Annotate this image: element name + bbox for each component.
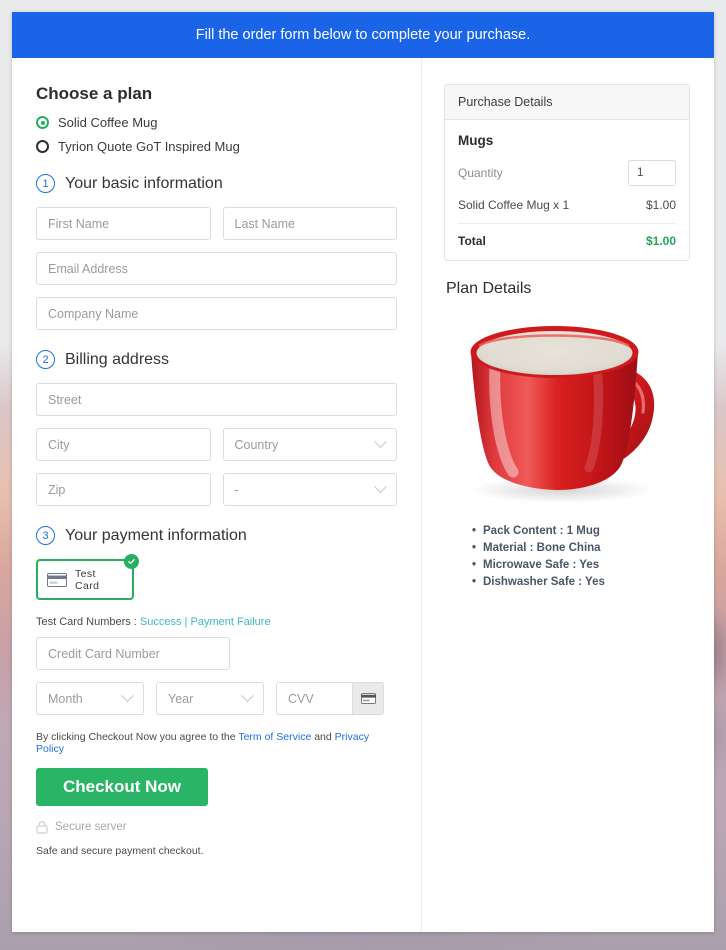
step-basic-information: 1 Your basic information (36, 174, 397, 193)
test-card-label: Test Card (75, 568, 123, 592)
quantity-input[interactable]: 1 (628, 160, 676, 186)
radio-selected-icon[interactable] (36, 116, 49, 129)
state-select[interactable]: - (223, 473, 398, 506)
summary-column: Purchase Details Mugs Quantity 1 Solid C… (422, 58, 714, 932)
step-billing-address: 2 Billing address (36, 350, 397, 369)
plan-option-label: Solid Coffee Mug (58, 115, 158, 130)
country-select-value: Country (235, 438, 279, 452)
plan-option-solid-coffee-mug[interactable]: Solid Coffee Mug (36, 115, 397, 130)
top-banner: Fill the order form below to complete yo… (12, 12, 714, 58)
test-card-payment-method[interactable]: Test Card (36, 559, 134, 600)
name-row: First Name Last Name (36, 207, 397, 240)
red-coffee-mug-image (447, 308, 687, 513)
step-payment-information: 3 Your payment information (36, 526, 397, 545)
banner-text: Fill the order form below to complete yo… (196, 27, 530, 43)
plan-option-tyrion-quote-mug[interactable]: Tyrion Quote GoT Inspired Mug (36, 139, 397, 154)
city-country-row: City Country (36, 428, 397, 461)
email-row: Email Address (36, 252, 397, 285)
line-item-label: Solid Coffee Mug x 1 (458, 198, 569, 212)
chevron-down-icon (374, 480, 387, 493)
step-label: Your payment information (65, 527, 247, 545)
list-item: Microwave Safe : Yes (472, 559, 690, 571)
expiry-cvv-row: Month Year CVV (36, 682, 397, 715)
radio-unselected-icon[interactable] (36, 140, 49, 153)
plan-option-label: Tyrion Quote GoT Inspired Mug (58, 139, 240, 154)
city-input[interactable]: City (36, 428, 211, 461)
list-item: Dishwasher Safe : Yes (472, 576, 690, 588)
street-row: Street (36, 383, 397, 416)
selected-check-icon (124, 554, 139, 569)
checkout-body: Choose a plan Solid Coffee Mug Tyrion Qu… (12, 58, 714, 932)
quantity-row: Quantity 1 (458, 160, 676, 186)
lock-icon (36, 820, 48, 834)
line-item-amount: $1.00 (646, 198, 676, 212)
first-name-input[interactable]: First Name (36, 207, 211, 240)
cvv-group: CVV (276, 682, 384, 715)
checkout-card: Fill the order form below to complete yo… (12, 12, 714, 932)
credit-card-icon (47, 573, 67, 587)
state-select-value: - (235, 483, 239, 497)
terms-prefix: By clicking Checkout Now you agree to th… (36, 731, 238, 743)
plan-features-list: Pack Content : 1 Mug Material : Bone Chi… (472, 525, 690, 588)
order-form-column: Choose a plan Solid Coffee Mug Tyrion Qu… (12, 58, 421, 932)
line-item-row: Solid Coffee Mug x 1 $1.00 (458, 198, 676, 223)
terms-agreement-text: By clicking Checkout Now you agree to th… (36, 731, 397, 755)
chevron-down-icon (374, 435, 387, 448)
purchase-details-header: Purchase Details (445, 85, 689, 120)
street-input[interactable]: Street (36, 383, 397, 416)
purchase-details-body: Mugs Quantity 1 Solid Coffee Mug x 1 $1.… (445, 120, 689, 260)
cvv-input[interactable]: CVV (277, 683, 352, 714)
secure-server-row: Secure server (36, 820, 397, 834)
quantity-label: Quantity (458, 166, 503, 180)
step-label: Billing address (65, 351, 169, 369)
credit-card-number-input[interactable]: Credit Card Number (36, 637, 230, 670)
checkout-now-button[interactable]: Checkout Now (36, 768, 208, 806)
email-input[interactable]: Email Address (36, 252, 397, 285)
total-label: Total (458, 234, 486, 248)
test-card-numbers-row: Test Card Numbers : Success | Payment Fa… (36, 616, 397, 628)
zip-state-row: Zip - (36, 473, 397, 506)
purchase-group-title: Mugs (458, 133, 676, 148)
terms-and: and (311, 731, 334, 743)
step-number-badge: 3 (36, 526, 55, 545)
list-item: Pack Content : 1 Mug (472, 525, 690, 537)
term-of-service-link[interactable]: Term of Service (238, 731, 311, 743)
plan-details-title: Plan Details (446, 280, 690, 298)
test-card-numbers-label: Test Card Numbers : (36, 616, 140, 628)
step-label: Your basic information (65, 175, 223, 193)
company-name-input[interactable]: Company Name (36, 297, 397, 330)
step-number-badge: 1 (36, 174, 55, 193)
safe-checkout-note: Safe and secure payment checkout. (36, 845, 397, 857)
expiry-month-value: Month (48, 692, 83, 706)
product-image (444, 308, 690, 513)
success-test-card-link[interactable]: Success (140, 616, 182, 628)
credit-card-icon (361, 693, 376, 704)
total-amount: $1.00 (646, 234, 676, 248)
secure-server-label: Secure server (55, 821, 127, 833)
credit-card-row: Credit Card Number (36, 637, 397, 670)
chevron-down-icon (121, 689, 134, 702)
payment-failure-test-card-link[interactable]: Payment Failure (190, 616, 270, 628)
zip-input[interactable]: Zip (36, 473, 211, 506)
choose-plan-heading: Choose a plan (36, 84, 397, 104)
step-number-badge: 2 (36, 350, 55, 369)
company-row: Company Name (36, 297, 397, 330)
chevron-down-icon (241, 689, 254, 702)
purchase-details-panel: Purchase Details Mugs Quantity 1 Solid C… (444, 84, 690, 261)
cvv-help-button[interactable] (352, 683, 383, 714)
country-select[interactable]: Country (223, 428, 398, 461)
total-row: Total $1.00 (458, 223, 676, 248)
last-name-input[interactable]: Last Name (223, 207, 398, 240)
expiry-year-select[interactable]: Year (156, 682, 264, 715)
expiry-year-value: Year (168, 692, 193, 706)
expiry-month-select[interactable]: Month (36, 682, 144, 715)
list-item: Material : Bone China (472, 542, 690, 554)
